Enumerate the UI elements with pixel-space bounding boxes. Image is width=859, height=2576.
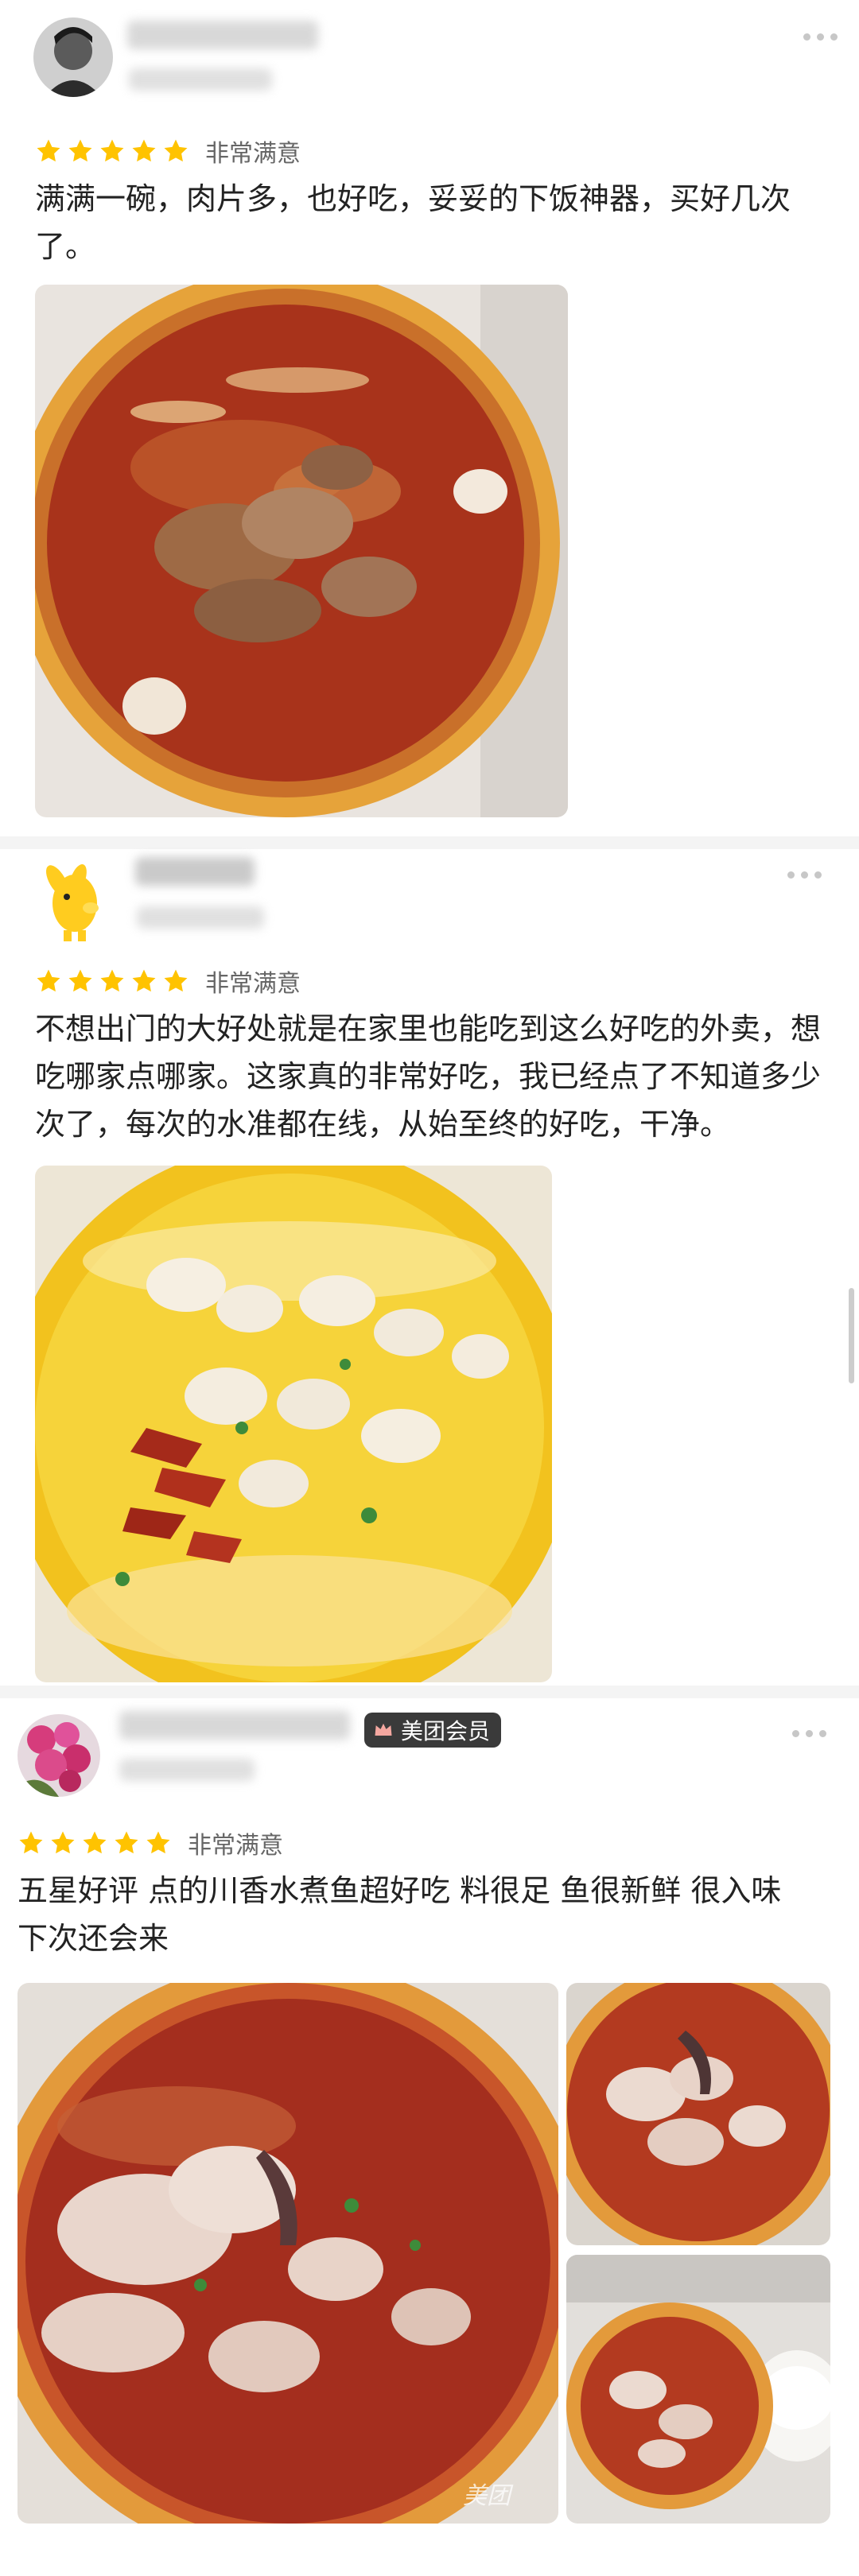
star-icon xyxy=(100,969,124,992)
rating-label: 非常满意 xyxy=(205,140,301,168)
avatar[interactable] xyxy=(17,1714,100,1797)
more-options-icon[interactable] xyxy=(803,33,838,41)
star-icon xyxy=(37,139,60,162)
date-redacted xyxy=(137,906,264,929)
username-redacted xyxy=(119,1711,350,1740)
star-icon xyxy=(132,969,156,992)
star-rating: 非常满意 xyxy=(35,964,301,999)
review-card: 非常满意 满满一碗，肉片多，也好吃，妥妥的下饭神器，买好几次了。 xyxy=(0,0,859,835)
star-icon xyxy=(68,969,92,992)
star-icon xyxy=(100,139,124,162)
username-redacted xyxy=(127,21,318,49)
star-icon xyxy=(164,969,188,992)
star-icon xyxy=(83,1831,107,1854)
star-icon xyxy=(146,1831,170,1854)
review-photo[interactable] xyxy=(566,2255,830,2524)
review-card: 非常满意 不想出门的大好处就是在家里也能吃到这么好吃的外卖，想吃哪家点哪家。这家… xyxy=(0,849,859,1684)
star-icon xyxy=(132,139,156,162)
review-photo[interactable] xyxy=(566,1983,830,2245)
review-photo[interactable]: 美团 xyxy=(17,1983,558,2524)
crown-icon xyxy=(375,1723,392,1736)
star-rating: 非常满意 xyxy=(35,134,301,169)
star-rating: 非常满意 xyxy=(17,1825,283,1860)
review-photo[interactable] xyxy=(35,285,568,817)
star-icon xyxy=(19,1831,43,1854)
review-photo[interactable] xyxy=(35,1166,552,1682)
date-redacted xyxy=(119,1759,255,1781)
more-options-icon[interactable] xyxy=(787,871,822,879)
star-icon xyxy=(37,969,60,992)
member-badge-label: 美团会员 xyxy=(401,1718,491,1744)
star-icon xyxy=(68,139,92,162)
star-icon xyxy=(51,1831,75,1854)
rating-label: 非常满意 xyxy=(205,970,301,998)
avatar[interactable] xyxy=(29,857,116,945)
review-text: 不想出门的大好处就是在家里也能吃到这么好吃的外卖，想吃哪家点哪家。这家真的非常好… xyxy=(35,1011,822,1142)
rating-label: 非常满意 xyxy=(188,1832,283,1860)
review-divider xyxy=(0,836,859,849)
star-icon xyxy=(115,1831,138,1854)
review-text: 满满一碗，肉片多，也好吃，妥妥的下饭神器，买好几次了。 xyxy=(35,181,791,264)
username-redacted xyxy=(135,857,255,886)
more-options-icon[interactable] xyxy=(792,1730,826,1737)
review-card: 美团会员 非常满意 五星好评 点的川香水煮鱼超好吃 料很足 鱼很新鲜 很入味 下… xyxy=(0,1698,859,2576)
date-redacted xyxy=(129,68,272,91)
review-text: 五星好评 点的川香水煮鱼超好吃 料很足 鱼很新鲜 很入味 下次还会来 xyxy=(17,1873,782,1956)
avatar[interactable] xyxy=(33,17,113,97)
member-badge: 美团会员 xyxy=(364,1713,502,1748)
review-divider xyxy=(0,1686,859,1698)
watermark-label: 美团 xyxy=(463,2482,511,2510)
star-icon xyxy=(164,139,188,162)
